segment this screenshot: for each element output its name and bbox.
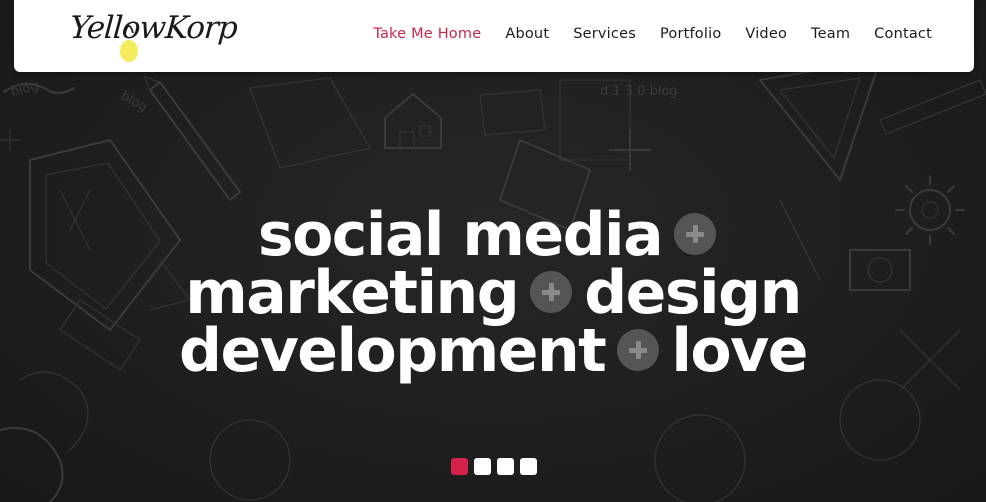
plus-circle-icon: [674, 213, 717, 256]
svg-text:blog: blog: [118, 88, 150, 115]
slider-pagination: [451, 458, 537, 475]
headline-line-3: development love: [0, 321, 986, 381]
headline-line-1: social media: [0, 205, 986, 265]
slider-dot-1[interactable]: [451, 458, 468, 475]
hero-headline: social media marketing design development…: [0, 205, 986, 381]
slider-dot-3[interactable]: [497, 458, 514, 475]
nav-team[interactable]: Team: [811, 24, 850, 44]
site-logo[interactable]: YellowKorp: [69, 4, 238, 68]
nav-about[interactable]: About: [505, 24, 549, 44]
plus-circle-icon: [530, 271, 573, 314]
nav-services[interactable]: Services: [573, 24, 636, 44]
headline-line-2: marketing design: [0, 263, 986, 323]
main-nav: Take Me Home About Services Portfolio Vi…: [349, 24, 932, 44]
plus-circle-icon: [617, 329, 660, 372]
svg-text:d 1 3 0 blog: d 1 3 0 blog: [600, 84, 678, 99]
headline-word-development: development: [179, 316, 607, 386]
slider-dot-2[interactable]: [474, 458, 491, 475]
slider-dot-4[interactable]: [520, 458, 537, 475]
svg-text:blog: blog: [9, 79, 40, 100]
nav-take-me-home[interactable]: Take Me Home: [373, 24, 481, 44]
site-header: YellowKorp Take Me Home About Services P…: [14, 0, 974, 72]
nav-video[interactable]: Video: [745, 24, 787, 44]
nav-contact[interactable]: Contact: [874, 24, 932, 44]
nav-portfolio[interactable]: Portfolio: [660, 24, 721, 44]
logo-wordmark: YellowKorp: [68, 10, 239, 46]
headline-word-love: love: [671, 316, 808, 386]
